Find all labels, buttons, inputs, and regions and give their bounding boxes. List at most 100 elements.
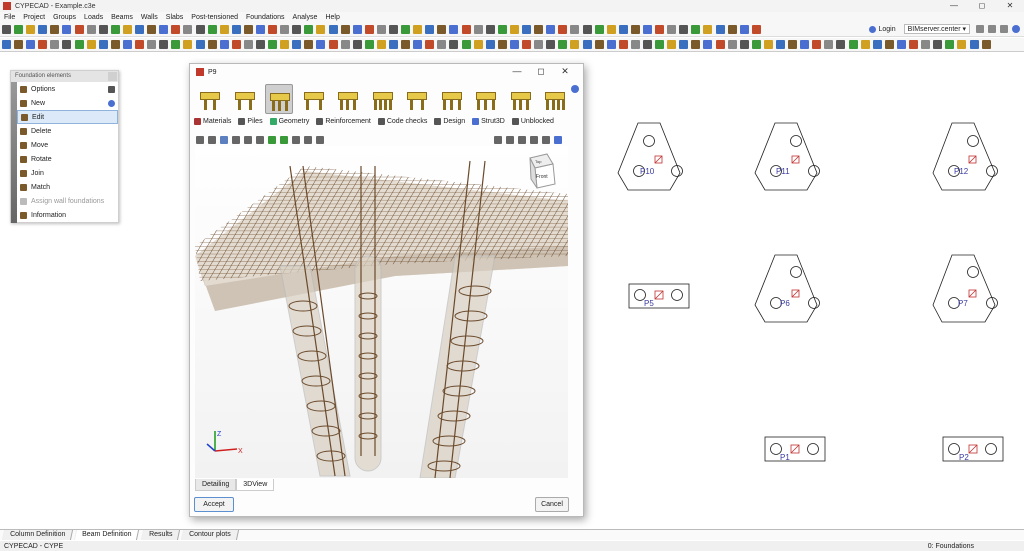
- toolbar-tool-a3-icon[interactable]: [26, 25, 36, 34]
- panel-item-new[interactable]: New: [11, 96, 118, 110]
- menu-slabs[interactable]: Slabs: [162, 14, 188, 21]
- toolbar-tool-a55-icon[interactable]: [655, 25, 665, 34]
- toolbar-tool-b57-icon[interactable]: [679, 40, 689, 49]
- toolbar-tool-a54-icon[interactable]: [642, 25, 652, 34]
- dialog-close-button[interactable]: ✕: [553, 66, 577, 77]
- toolbar-tool-b38-icon[interactable]: [449, 40, 459, 49]
- toolbar-tool-a43-icon[interactable]: [509, 25, 519, 34]
- tab-piles[interactable]: Piles: [238, 118, 263, 125]
- toolbar-tool-b37-icon[interactable]: [437, 40, 447, 49]
- settings-icon[interactable]: [976, 25, 984, 33]
- toolbar-tool-a59-icon[interactable]: [703, 25, 713, 34]
- toolbar-tool-a42-icon[interactable]: [497, 25, 507, 34]
- toolbar-tool-b39-icon[interactable]: [461, 40, 471, 49]
- minimize-button[interactable]: —: [940, 0, 968, 12]
- toolbar-tool-b64-icon[interactable]: [763, 40, 773, 49]
- toolbar-tool-b17-icon[interactable]: [195, 40, 205, 49]
- toolbar-tool-b42-icon[interactable]: [497, 40, 507, 49]
- toolbar-tool-b50-icon[interactable]: [594, 40, 604, 49]
- toolbar-tool-b77-icon[interactable]: [921, 40, 931, 49]
- tab-3dview[interactable]: 3DView: [236, 479, 275, 491]
- pile-cap-type-8-icon[interactable]: [438, 84, 466, 114]
- toolbar-tool-b19-icon[interactable]: [219, 40, 229, 49]
- toolbar-tool-a9-icon[interactable]: [98, 25, 108, 34]
- toolbar-tool-b15-icon[interactable]: [171, 40, 181, 49]
- toolbar-tool-b6-icon[interactable]: [62, 40, 72, 49]
- toolbar-tool-b16-icon[interactable]: [183, 40, 193, 49]
- menu-project[interactable]: Project: [19, 14, 49, 21]
- eye-icon[interactable]: [244, 135, 252, 144]
- toolbar-tool-a32-icon[interactable]: [376, 25, 386, 34]
- toolbar-tool-b35-icon[interactable]: [413, 40, 423, 49]
- toolbar-tool-a10-icon[interactable]: [110, 25, 120, 34]
- toolbar-tool-a16-icon[interactable]: [183, 25, 193, 34]
- pile-cap-type-9-icon[interactable]: [472, 84, 500, 114]
- tab-reinforcement[interactable]: Reinforcement: [316, 118, 371, 125]
- toolbar-tool-b41-icon[interactable]: [485, 40, 495, 49]
- toolbar-tool-b66-icon[interactable]: [788, 40, 798, 49]
- menu-post-tensioned[interactable]: Post-tensioned: [187, 14, 242, 21]
- menu-file[interactable]: File: [0, 14, 19, 21]
- toolbar-tool-a23-icon[interactable]: [268, 25, 278, 34]
- toolbar-tool-a7-icon[interactable]: [74, 25, 84, 34]
- toolbar-tool-a11-icon[interactable]: [122, 25, 132, 34]
- maximize-button[interactable]: ◻: [968, 0, 996, 12]
- toolbar-tool-a41-icon[interactable]: [485, 25, 495, 34]
- section-icon[interactable]: [280, 135, 288, 144]
- toolbar-tool-b61-icon[interactable]: [727, 40, 737, 49]
- toolbar-tool-b33-icon[interactable]: [389, 40, 398, 49]
- toolbar-tool-b3-icon[interactable]: [26, 40, 36, 49]
- toolbar-tool-a21-icon[interactable]: [243, 25, 253, 34]
- toolbar-tool-b23-icon[interactable]: [268, 40, 278, 49]
- toolbar-tool-b46-icon[interactable]: [546, 40, 556, 49]
- zoom-extents-icon[interactable]: [494, 135, 502, 144]
- toolbar-tool-b4-icon[interactable]: [38, 40, 48, 49]
- toolbar-tool-b14-icon[interactable]: [159, 40, 169, 49]
- view-cube[interactable]: Top Front: [529, 153, 556, 189]
- toolbar-tool-b72-icon[interactable]: [860, 40, 870, 49]
- toolbar-tool-b65-icon[interactable]: [776, 40, 785, 49]
- toolbar-tool-a29-icon[interactable]: [340, 25, 350, 34]
- toolbar-tool-a58-icon[interactable]: [691, 25, 701, 34]
- toolbar-tool-b54-icon[interactable]: [642, 40, 652, 49]
- toolbar-tool-b63-icon[interactable]: [751, 40, 761, 49]
- toolbar-tool-b34-icon[interactable]: [401, 40, 411, 49]
- cancel-button[interactable]: Cancel: [535, 497, 569, 512]
- toolbar-tool-a63-icon[interactable]: [751, 25, 761, 34]
- tab-results[interactable]: Results: [140, 530, 181, 540]
- pile-cap-p5[interactable]: [628, 283, 690, 309]
- pile-cap-type-11-icon[interactable]: [541, 84, 569, 114]
- dialog-help-icon[interactable]: [571, 85, 579, 93]
- toolbar-tool-b74-icon[interactable]: [884, 40, 894, 49]
- pile-cap-p12[interactable]: [932, 122, 998, 191]
- toolbar-tool-b81-icon[interactable]: [969, 40, 979, 49]
- toolbar-tool-b67-icon[interactable]: [800, 40, 810, 49]
- toolbar-tool-b80-icon[interactable]: [957, 40, 967, 49]
- menu-walls[interactable]: Walls: [137, 14, 162, 21]
- toolbar-tool-a48-icon[interactable]: [570, 25, 580, 34]
- toolbar-tool-a31-icon[interactable]: [364, 25, 374, 34]
- pile-cap-p10[interactable]: [617, 122, 683, 191]
- toolbar-tool-a40-icon[interactable]: [473, 25, 483, 34]
- pile-cap-type-4-icon[interactable]: [300, 84, 328, 114]
- menu-help[interactable]: Help: [321, 14, 343, 21]
- pan-icon[interactable]: [530, 135, 538, 144]
- toolbar-tool-b75-icon[interactable]: [896, 40, 906, 49]
- toolbar-tool-b9-icon[interactable]: [98, 40, 108, 49]
- tab-materials[interactable]: Materials: [194, 118, 231, 125]
- cloud-icon[interactable]: [988, 25, 996, 33]
- pile-cap-type-2-icon[interactable]: [231, 84, 259, 114]
- toolbar-tool-b68-icon[interactable]: [812, 40, 822, 49]
- toolbar-tool-a36-icon[interactable]: [425, 25, 435, 34]
- toolbar-tool-a35-icon[interactable]: [413, 25, 423, 34]
- bimserver-dropdown[interactable]: BIMserver.center ▾: [903, 24, 970, 34]
- toolbar-tool-a22-icon[interactable]: [255, 25, 265, 34]
- light-icon[interactable]: [256, 135, 264, 144]
- toolbar-tool-b11-icon[interactable]: [122, 40, 132, 49]
- toolbar-tool-b76-icon[interactable]: [909, 40, 919, 49]
- dialog-maximize-button[interactable]: ◻: [529, 66, 553, 77]
- accept-button[interactable]: Accept: [194, 497, 234, 512]
- toolbar-tool-b18-icon[interactable]: [207, 40, 217, 49]
- pile-cap-type-10-icon[interactable]: [507, 84, 535, 114]
- toolbar-tool-b43-icon[interactable]: [509, 40, 519, 49]
